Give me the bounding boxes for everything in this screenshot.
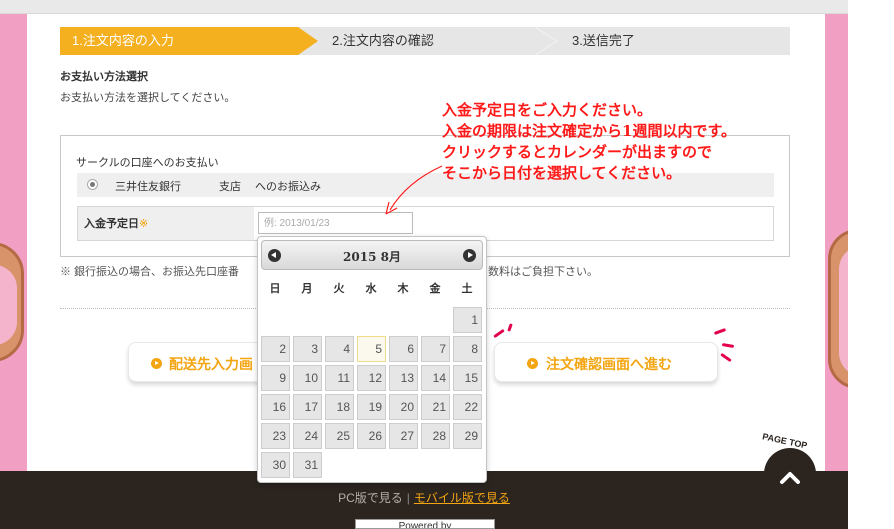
browser-top-bar bbox=[0, 0, 848, 14]
calendar-day[interactable]: 2 bbox=[261, 336, 290, 362]
calendar-day[interactable]: 30 bbox=[261, 452, 290, 478]
calendar-day[interactable]: 13 bbox=[389, 365, 418, 391]
powered-by-badge: Powered by bbox=[355, 519, 495, 529]
calendar-day[interactable]: 5 bbox=[357, 336, 386, 362]
weekday-header: 木 bbox=[397, 282, 409, 295]
next-month-icon[interactable] bbox=[463, 249, 476, 262]
calendar-day[interactable]: 19 bbox=[357, 394, 386, 420]
calendar-day[interactable]: 14 bbox=[421, 365, 450, 391]
weekday-header: 月 bbox=[301, 282, 313, 295]
calendar-day[interactable]: 25 bbox=[325, 423, 354, 449]
payment-section-desc: お支払い方法を選択してください。 bbox=[60, 92, 236, 104]
calendar-day[interactable]: 21 bbox=[421, 394, 450, 420]
datepicker-popup: 2015 8月 日月火水木金土 1 2 3 4 5 6 7 8 9 10 11 12 13 14 15 16 17… bbox=[257, 236, 487, 483]
highlight-mark bbox=[507, 323, 513, 332]
weekday-header: 火 bbox=[333, 282, 345, 295]
step-confirm: 2.注文内容の確認 bbox=[332, 33, 434, 48]
calendar-day[interactable]: 6 bbox=[389, 336, 418, 362]
calendar-day[interactable]: 22 bbox=[453, 394, 482, 420]
left-decoration bbox=[0, 14, 27, 472]
calendar-day[interactable]: 4 bbox=[325, 336, 354, 362]
datepicker-header: 2015 8月 bbox=[261, 240, 483, 270]
annotation-line: 入金予定日をご入力ください。 bbox=[442, 101, 653, 119]
payment-date-label: 入金予定日※ bbox=[78, 207, 254, 240]
weekday-header: 水 bbox=[365, 282, 377, 295]
annotation-arrow-icon bbox=[385, 165, 443, 215]
calendar-day[interactable]: 1 bbox=[453, 307, 482, 333]
pc-version-link[interactable]: PC版で見る bbox=[338, 491, 403, 505]
highlight-mark bbox=[721, 342, 735, 349]
arrow-circle-icon bbox=[151, 358, 162, 369]
payment-date-label-text: 入金予定日 bbox=[84, 218, 139, 230]
calendar-day[interactable]: 17 bbox=[293, 394, 322, 420]
back-button-label: 配送先入力画 bbox=[169, 356, 253, 372]
calendar-day[interactable]: 15 bbox=[453, 365, 482, 391]
footer-links: PC版で見る | モバイル版で見る bbox=[0, 489, 848, 506]
highlight-mark bbox=[720, 352, 732, 363]
cookie-decoration-right bbox=[828, 229, 848, 389]
calendar-day[interactable]: 16 bbox=[261, 394, 290, 420]
calendar-day[interactable]: 31 bbox=[293, 452, 322, 478]
right-decoration bbox=[825, 14, 848, 472]
next-to-confirm-button[interactable]: 注文確認画面へ進む bbox=[494, 342, 718, 382]
calendar-day[interactable]: 10 bbox=[293, 365, 322, 391]
payment-panel-heading: サークルの口座へのお支払い bbox=[76, 157, 219, 169]
annotation-line: そこから日付を選択してください。 bbox=[442, 164, 682, 182]
calendar-day[interactable]: 27 bbox=[389, 423, 418, 449]
highlight-mark bbox=[713, 328, 727, 335]
calendar-day[interactable]: 24 bbox=[293, 423, 322, 449]
step-divider-inner bbox=[534, 27, 556, 55]
bank-name: 三井住友銀行 bbox=[115, 181, 181, 193]
calendar-day[interactable]: 7 bbox=[421, 336, 450, 362]
page-top-circle bbox=[764, 448, 816, 500]
bank-transfer-radio[interactable] bbox=[87, 179, 98, 190]
order-progress-steps: 1.注文内容の入力 2.注文内容の確認 3.送信完了 bbox=[60, 27, 790, 55]
required-mark: ※ bbox=[139, 218, 149, 230]
bank-branch: 支店 bbox=[219, 181, 241, 193]
calendar-day[interactable]: 18 bbox=[325, 394, 354, 420]
bank-transfer-note: ※ 銀行振込の場合、お振込先口座番 bbox=[60, 266, 240, 278]
annotation-line: 入金の期限は注文確定から1週間以内です。 bbox=[442, 122, 736, 140]
calendar-day[interactable]: 28 bbox=[421, 423, 450, 449]
mobile-version-link[interactable]: モバイル版で見る bbox=[414, 491, 510, 505]
cookie-decoration-left bbox=[0, 242, 24, 362]
bank-transfer-note-tail: 数料はご負担下さい。 bbox=[488, 266, 598, 278]
step-complete: 3.送信完了 bbox=[572, 33, 635, 48]
datepicker-month-title: 2015 8月 bbox=[343, 250, 401, 264]
footer-separator: | bbox=[406, 491, 410, 505]
highlight-mark bbox=[493, 328, 505, 339]
outer-margin bbox=[848, 0, 894, 529]
calendar-day[interactable]: 3 bbox=[293, 336, 322, 362]
calendar-day[interactable]: 29 bbox=[453, 423, 482, 449]
chevron-up-icon bbox=[780, 472, 800, 484]
calendar-day[interactable]: 20 bbox=[389, 394, 418, 420]
calendar-day[interactable]: 26 bbox=[357, 423, 386, 449]
step-input: 1.注文内容の入力 bbox=[60, 27, 318, 55]
calendar-day[interactable]: 23 bbox=[261, 423, 290, 449]
calendar-day[interactable]: 11 bbox=[325, 365, 354, 391]
back-to-shipping-button[interactable]: 配送先入力画 bbox=[128, 342, 278, 382]
next-button-label: 注文確認画面へ進む bbox=[546, 356, 672, 372]
calendar-day[interactable]: 12 bbox=[357, 365, 386, 391]
calendar-day[interactable]: 8 bbox=[453, 336, 482, 362]
bank-transfer-text: へのお振込み bbox=[255, 181, 321, 193]
page-top-button[interactable]: PAGE TOP bbox=[761, 431, 818, 500]
weekday-header: 日 bbox=[269, 282, 281, 295]
date-instruction-annotation: 入金予定日をご入力ください。 入金の期限は注文確定から1週間以内です。 クリック… bbox=[442, 100, 736, 184]
weekday-header: 金 bbox=[429, 282, 441, 295]
payment-section-title: お支払い方法選択 bbox=[60, 71, 148, 83]
annotation-line: クリックするとカレンダーが出ますので bbox=[442, 143, 713, 161]
weekday-header: 土 bbox=[461, 282, 473, 295]
arrow-circle-icon bbox=[527, 358, 538, 369]
calendar-day[interactable]: 9 bbox=[261, 365, 290, 391]
